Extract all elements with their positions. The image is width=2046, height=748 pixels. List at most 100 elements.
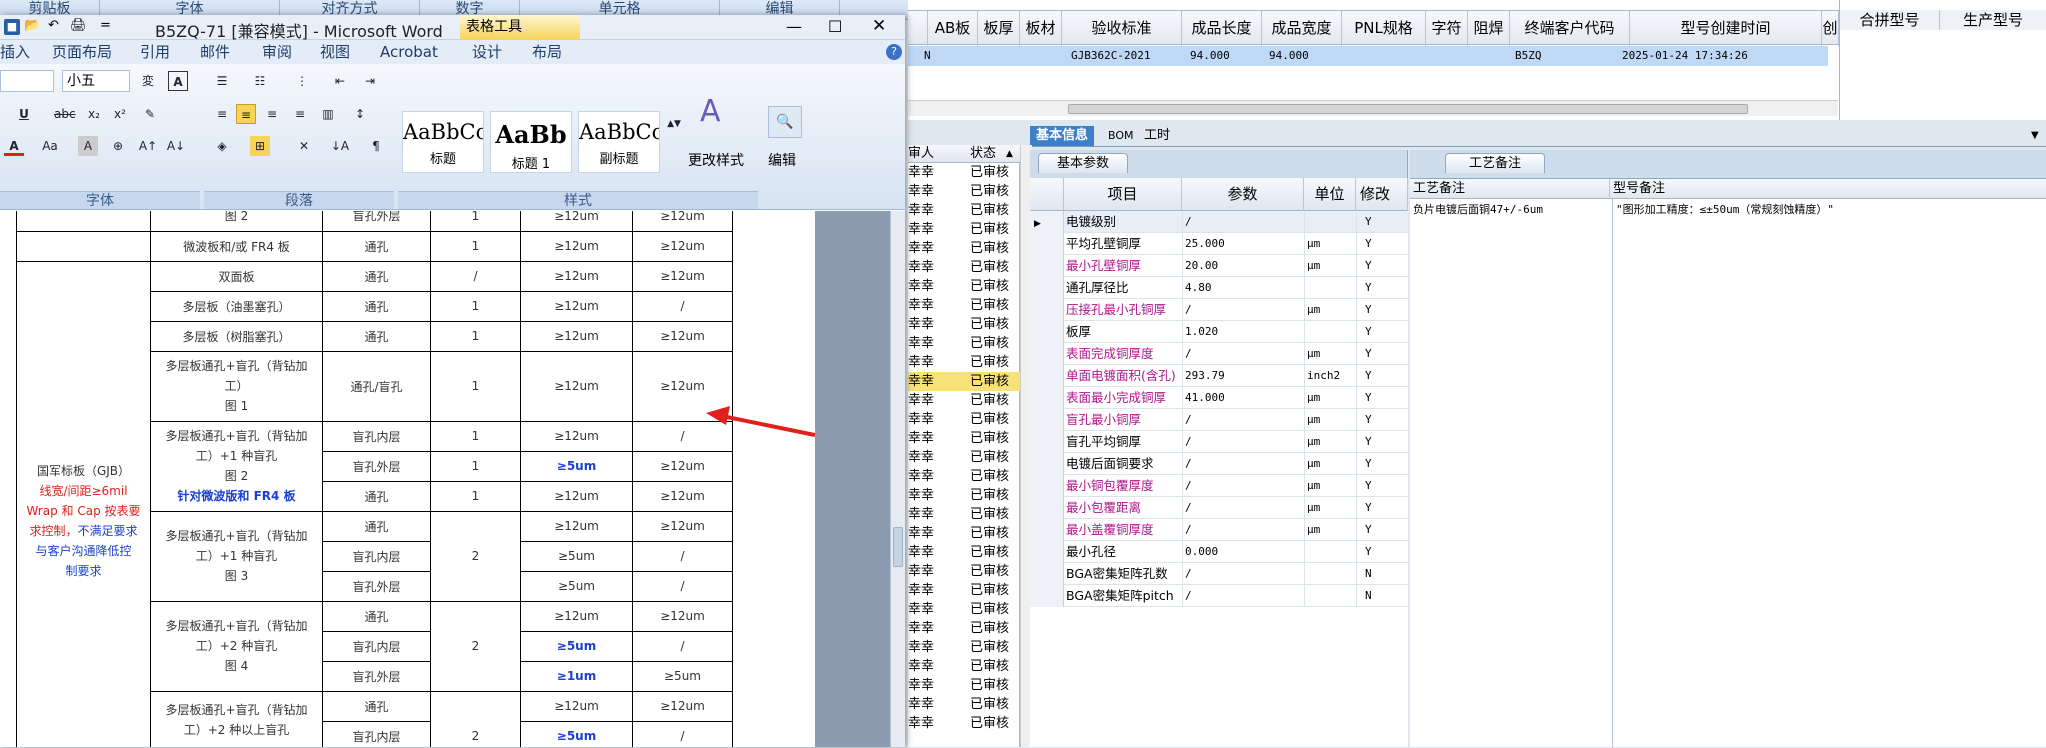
tab-review[interactable]: 审阅	[262, 40, 292, 64]
list-item[interactable]: 幸幸 已审核	[908, 524, 1020, 543]
tab-basic-info[interactable]: 基本信息	[1030, 126, 1095, 146]
list-item[interactable]: 幸幸 已审核	[908, 353, 1020, 372]
param-modify[interactable]: Y	[1356, 475, 1408, 497]
param-row[interactable]: 最小盖覆铜厚度 / μm Y	[1030, 519, 1408, 541]
col-width[interactable]: 成品宽度	[1262, 11, 1342, 46]
sort-icon[interactable]: ↓A	[330, 136, 350, 156]
col-material[interactable]: 板材	[1020, 11, 1062, 46]
multilevel-icon[interactable]: ⋮	[292, 71, 312, 91]
tab-process-remarks[interactable]: 工艺备注	[1445, 153, 1545, 173]
word-vertical-scrollbar[interactable]	[890, 211, 905, 747]
list-item[interactable]: 幸幸 已审核	[908, 391, 1020, 410]
enclose-char-icon[interactable]: ⊕	[108, 136, 128, 156]
param-row[interactable]: 最小包覆距离 / μm Y	[1030, 497, 1408, 519]
line-spacing-icon[interactable]: ↕	[350, 104, 370, 124]
param-value[interactable]: 20.00	[1182, 255, 1304, 277]
horizontal-scrollbar[interactable]	[908, 100, 1838, 116]
row-header[interactable]	[1030, 321, 1064, 343]
close-icon[interactable]: ✕	[872, 16, 886, 36]
param-value[interactable]: /	[1182, 211, 1304, 233]
col-created[interactable]: 型号创建时间	[1630, 11, 1822, 46]
char-shading-icon[interactable]: A	[78, 136, 98, 156]
param-modify[interactable]: Y	[1356, 233, 1408, 255]
row-header[interactable]	[1030, 409, 1064, 431]
list-item[interactable]: 幸幸 已审核	[908, 676, 1020, 695]
col-mask[interactable]: 阻焊	[1468, 11, 1510, 46]
col-pnl[interactable]: PNL规格	[1342, 11, 1426, 46]
align-left-icon[interactable]: ≡	[212, 104, 232, 124]
param-row[interactable]: 最小孔壁铜厚 20.00 μm Y	[1030, 255, 1408, 277]
param-row[interactable]: 平均孔壁铜厚 25.000 μm Y	[1030, 233, 1408, 255]
row-header[interactable]	[1030, 453, 1064, 475]
borders-icon[interactable]: ⊞	[250, 136, 270, 156]
list-item[interactable]: 幸幸 已审核	[908, 201, 1020, 220]
underline-icon[interactable]: U	[14, 104, 34, 124]
param-modify[interactable]: Y	[1356, 321, 1408, 343]
list-item[interactable]: 幸幸 已审核	[908, 467, 1020, 486]
list-item[interactable]: 幸幸 已审核	[908, 277, 1020, 296]
param-row[interactable]: 最小铜包覆厚度 / μm Y	[1030, 475, 1408, 497]
list-item[interactable]: 幸幸 已审核	[908, 486, 1020, 505]
chevron-up-icon[interactable]: ▲	[1006, 145, 1013, 163]
list-item[interactable]: 幸幸 已审核	[908, 315, 1020, 334]
list-item[interactable]: 幸幸 已审核	[908, 448, 1020, 467]
bullets-icon[interactable]: ☰	[212, 71, 232, 91]
list-item[interactable]: 幸幸 已审核	[908, 410, 1020, 429]
list-item[interactable]: 幸幸 已审核	[908, 372, 1020, 391]
change-styles-button[interactable]: 更改样式	[688, 150, 744, 170]
tab-design[interactable]: 设计	[472, 40, 502, 64]
show-marks-icon[interactable]: ¶	[366, 136, 386, 156]
style-heading1[interactable]: AaBb 标题 1	[490, 111, 572, 173]
col-status[interactable]: 状态	[970, 145, 996, 163]
param-value[interactable]: 41.000	[1182, 387, 1304, 409]
superscript-icon[interactable]: x²	[110, 104, 130, 124]
tab-layout[interactable]: 布局	[532, 40, 562, 64]
style-title[interactable]: AaBbCc 标题	[402, 111, 484, 173]
row-header[interactable]	[1030, 541, 1064, 563]
list-item[interactable]: 幸幸 已审核	[908, 638, 1020, 657]
tab-page-layout[interactable]: 页面布局	[52, 40, 112, 64]
col-approver[interactable]: 审人	[908, 145, 934, 163]
align-right-icon[interactable]: ≡	[262, 104, 282, 124]
param-modify[interactable]: Y	[1356, 277, 1408, 299]
param-value[interactable]: /	[1182, 519, 1304, 541]
grow-font-icon[interactable]: A↑	[138, 136, 158, 156]
col-ab-board[interactable]: AB板	[928, 11, 978, 46]
param-value[interactable]: 293.79	[1182, 365, 1304, 387]
list-item[interactable]: 幸幸 已审核	[908, 562, 1020, 581]
param-modify[interactable]: Y	[1356, 343, 1408, 365]
list-item[interactable]: 幸幸 已审核	[908, 543, 1020, 562]
list-item[interactable]: 幸幸 已审核	[908, 429, 1020, 448]
col-char[interactable]: 字符	[1426, 11, 1468, 46]
param-value[interactable]: /	[1182, 475, 1304, 497]
param-value[interactable]: /	[1182, 585, 1304, 607]
param-row[interactable]: 通孔厚径比 4.80 Y	[1030, 277, 1408, 299]
minimize-icon[interactable]: —	[786, 17, 802, 36]
list-item[interactable]: 幸幸 已审核	[908, 220, 1020, 239]
align-center-icon[interactable]: ≡	[236, 104, 256, 124]
param-value[interactable]: 1.020	[1182, 321, 1304, 343]
col-merge-model[interactable]: 合拼型号	[1840, 10, 1940, 30]
asian-layout-icon[interactable]: ✕	[294, 136, 314, 156]
param-row[interactable]: 盲孔最小铜厚 / μm Y	[1030, 409, 1408, 431]
clear-format-icon[interactable]: ✎	[140, 104, 160, 124]
param-row[interactable]: ▶ 电镀级别 / Y	[1030, 211, 1408, 233]
param-row[interactable]: 板厚 1.020 Y	[1030, 321, 1408, 343]
list-item[interactable]: 幸幸 已审核	[908, 505, 1020, 524]
scroll-thumb[interactable]	[1068, 104, 1748, 114]
list-item[interactable]: 幸幸 已审核	[908, 600, 1020, 619]
param-row[interactable]: 压接孔最小孔铜厚 / μm Y	[1030, 299, 1408, 321]
row-header[interactable]	[1030, 365, 1064, 387]
row-header[interactable]	[1030, 233, 1064, 255]
param-row[interactable]: 盲孔平均铜厚 / μm Y	[1030, 431, 1408, 453]
save-icon[interactable]: ■	[4, 19, 20, 35]
row-header[interactable]	[1030, 255, 1064, 277]
change-case-icon[interactable]: Aa	[40, 136, 60, 156]
list-item[interactable]: 幸幸 已审核	[908, 619, 1020, 638]
param-modify[interactable]: Y	[1356, 497, 1408, 519]
font-size-box[interactable]: 小五	[62, 70, 130, 92]
phonetic-icon[interactable]: 変	[138, 71, 158, 91]
param-value[interactable]: /	[1182, 431, 1304, 453]
style-subtitle[interactable]: AaBbCc 副标题	[578, 111, 660, 173]
param-value[interactable]: /	[1182, 453, 1304, 475]
